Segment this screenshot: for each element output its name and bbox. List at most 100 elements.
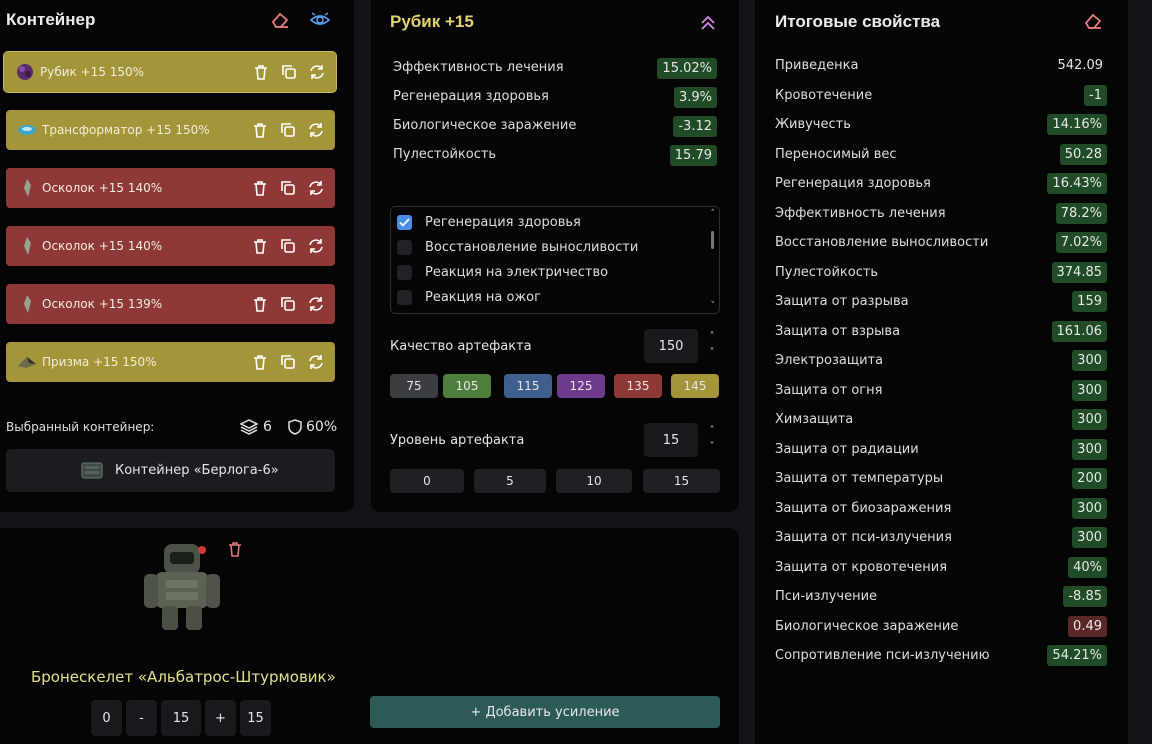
property-option-label: Восстановление выносливости	[425, 240, 639, 255]
replace-icon[interactable]	[308, 63, 326, 81]
selected-container-label: Выбранный контейнер:	[6, 420, 155, 434]
level-input[interactable]: 15	[644, 423, 698, 457]
total-stat-value: -8.85	[1063, 586, 1107, 607]
total-stat-label: Защита от огня	[775, 382, 883, 398]
reset-totals-icon[interactable]	[1083, 12, 1103, 30]
scroll-up-icon[interactable]: ˄	[711, 209, 716, 219]
total-stat-value: 300	[1072, 497, 1107, 519]
copy-icon[interactable]	[279, 353, 297, 371]
scroll-down-icon[interactable]: ˅	[711, 301, 716, 311]
slot-level: +15	[98, 297, 125, 311]
replace-icon[interactable]	[307, 237, 325, 255]
level-preset-button[interactable]: 0	[390, 469, 464, 493]
total-stat-label: Сопротивление пси-излучению	[775, 648, 990, 663]
quality-preset-button[interactable]: 115	[504, 374, 552, 398]
total-stat-value: 300	[1072, 350, 1107, 371]
total-stat-value: 374.85	[1051, 261, 1107, 283]
delete-icon[interactable]	[251, 353, 269, 371]
armor-name: Бронескелет «Альбатрос-Штурмовик»	[31, 668, 336, 686]
total-stat-label: Восстановление выносливости	[775, 235, 989, 250]
total-stat-value: 300	[1072, 438, 1107, 460]
container-slot[interactable]: Осколок +15 140%	[6, 226, 335, 266]
property-option[interactable]: Восстановление выносливости	[397, 240, 638, 255]
total-stat-label: Защита от пси-излучения	[775, 530, 952, 545]
total-stat-value: 300	[1072, 527, 1107, 548]
replace-icon[interactable]	[307, 353, 325, 371]
quality-preset-button[interactable]: 75	[390, 374, 438, 398]
level-preset-button[interactable]: 5	[474, 469, 546, 493]
totals-title: Итоговые свойства	[775, 12, 941, 31]
property-option[interactable]: Реакция на ожог	[397, 290, 541, 305]
armor-plus-button[interactable]: +	[205, 700, 236, 736]
property-option-label: Реакция на электричество	[425, 265, 609, 280]
level-down-icon[interactable]: ˅	[706, 441, 718, 453]
total-stat-value: 542.09	[1057, 58, 1104, 73]
total-stat-value: 40%	[1068, 556, 1107, 578]
replace-icon[interactable]	[307, 121, 325, 139]
level-label: Уровень артефакта	[390, 433, 525, 448]
replace-icon[interactable]	[307, 179, 325, 197]
delete-icon[interactable]	[252, 63, 270, 81]
delete-icon[interactable]	[251, 121, 269, 139]
quality-input[interactable]: 150	[644, 329, 698, 363]
copy-icon[interactable]	[279, 121, 297, 139]
checkbox-icon[interactable]	[397, 265, 412, 280]
shard-icon	[16, 294, 38, 314]
level-up-icon[interactable]: ˄	[706, 425, 718, 437]
container-slot[interactable]: Трансформатор +15 150%	[6, 110, 335, 150]
slot-label: Осколок +15 140%	[42, 181, 162, 195]
slot-count: 6	[263, 419, 272, 435]
eye-icon[interactable]	[309, 10, 331, 30]
container-slot[interactable]: Рубик +15 150%	[3, 51, 337, 93]
slot-actions	[251, 179, 325, 197]
armor-min-button[interactable]: 0	[91, 700, 122, 736]
property-option[interactable]: Регенерация здоровья	[397, 215, 581, 230]
copy-icon[interactable]	[279, 295, 297, 313]
slot-quality: 140%	[127, 239, 163, 253]
total-stat-value: 161.06	[1051, 320, 1107, 342]
artifact-stat-label: Пулестойкость	[393, 147, 497, 162]
copy-icon[interactable]	[279, 179, 297, 197]
artifact-stat-label: Биологическое заражение	[393, 118, 577, 133]
total-stat-value: 200	[1072, 468, 1107, 489]
quality-preset-button[interactable]: 105	[443, 374, 491, 398]
collapse-icon[interactable]	[700, 14, 716, 32]
quality-up-icon[interactable]: ˄	[706, 331, 718, 343]
slot-name: Осколок	[42, 239, 95, 253]
property-option[interactable]: Реакция на электричество	[397, 265, 608, 280]
container-slot[interactable]: Осколок +15 140%	[6, 168, 335, 208]
container-icon	[80, 459, 104, 481]
quality-preset-button[interactable]: 125	[557, 374, 605, 398]
delete-icon[interactable]	[251, 237, 269, 255]
eraser-icon[interactable]	[270, 11, 290, 29]
shard-icon	[16, 236, 38, 256]
artifact-stat-value: 15.79	[669, 145, 717, 166]
armor-delete-icon[interactable]	[228, 541, 242, 557]
armor-minus-button[interactable]: -	[126, 700, 157, 736]
checkbox-checked-icon[interactable]	[397, 215, 412, 230]
delete-icon[interactable]	[251, 295, 269, 313]
level-preset-button[interactable]: 10	[556, 469, 632, 493]
checkbox-icon[interactable]	[397, 240, 412, 255]
scrollbar-thumb[interactable]	[711, 231, 714, 249]
replace-icon[interactable]	[307, 295, 325, 313]
quality-preset-button[interactable]: 135	[614, 374, 662, 398]
total-stat-value: 14.16%	[1047, 114, 1107, 135]
total-stat-value: 7.02%	[1055, 232, 1107, 253]
container-protection: 60%	[306, 419, 338, 435]
container-slot[interactable]: Призма +15 150%	[6, 342, 335, 382]
level-preset-button[interactable]: 15	[643, 469, 720, 493]
container-slot[interactable]: Осколок +15 139%	[6, 284, 335, 324]
container-title: Контейнер	[6, 10, 96, 29]
slot-label: Осколок +15 140%	[42, 239, 162, 253]
armor-level-input[interactable]: 15	[161, 700, 201, 736]
quality-down-icon[interactable]: ˅	[706, 347, 718, 359]
copy-icon[interactable]	[279, 237, 297, 255]
copy-icon[interactable]	[280, 63, 298, 81]
quality-preset-button[interactable]: 145	[671, 374, 719, 398]
delete-icon[interactable]	[251, 179, 269, 197]
add-boost-button[interactable]: + Добавить усиление	[370, 696, 720, 728]
checkbox-icon[interactable]	[397, 290, 412, 305]
property-list[interactable]: Регенерация здоровья Восстановление вынос…	[390, 206, 720, 314]
armor-max-button[interactable]: 15	[240, 700, 271, 736]
